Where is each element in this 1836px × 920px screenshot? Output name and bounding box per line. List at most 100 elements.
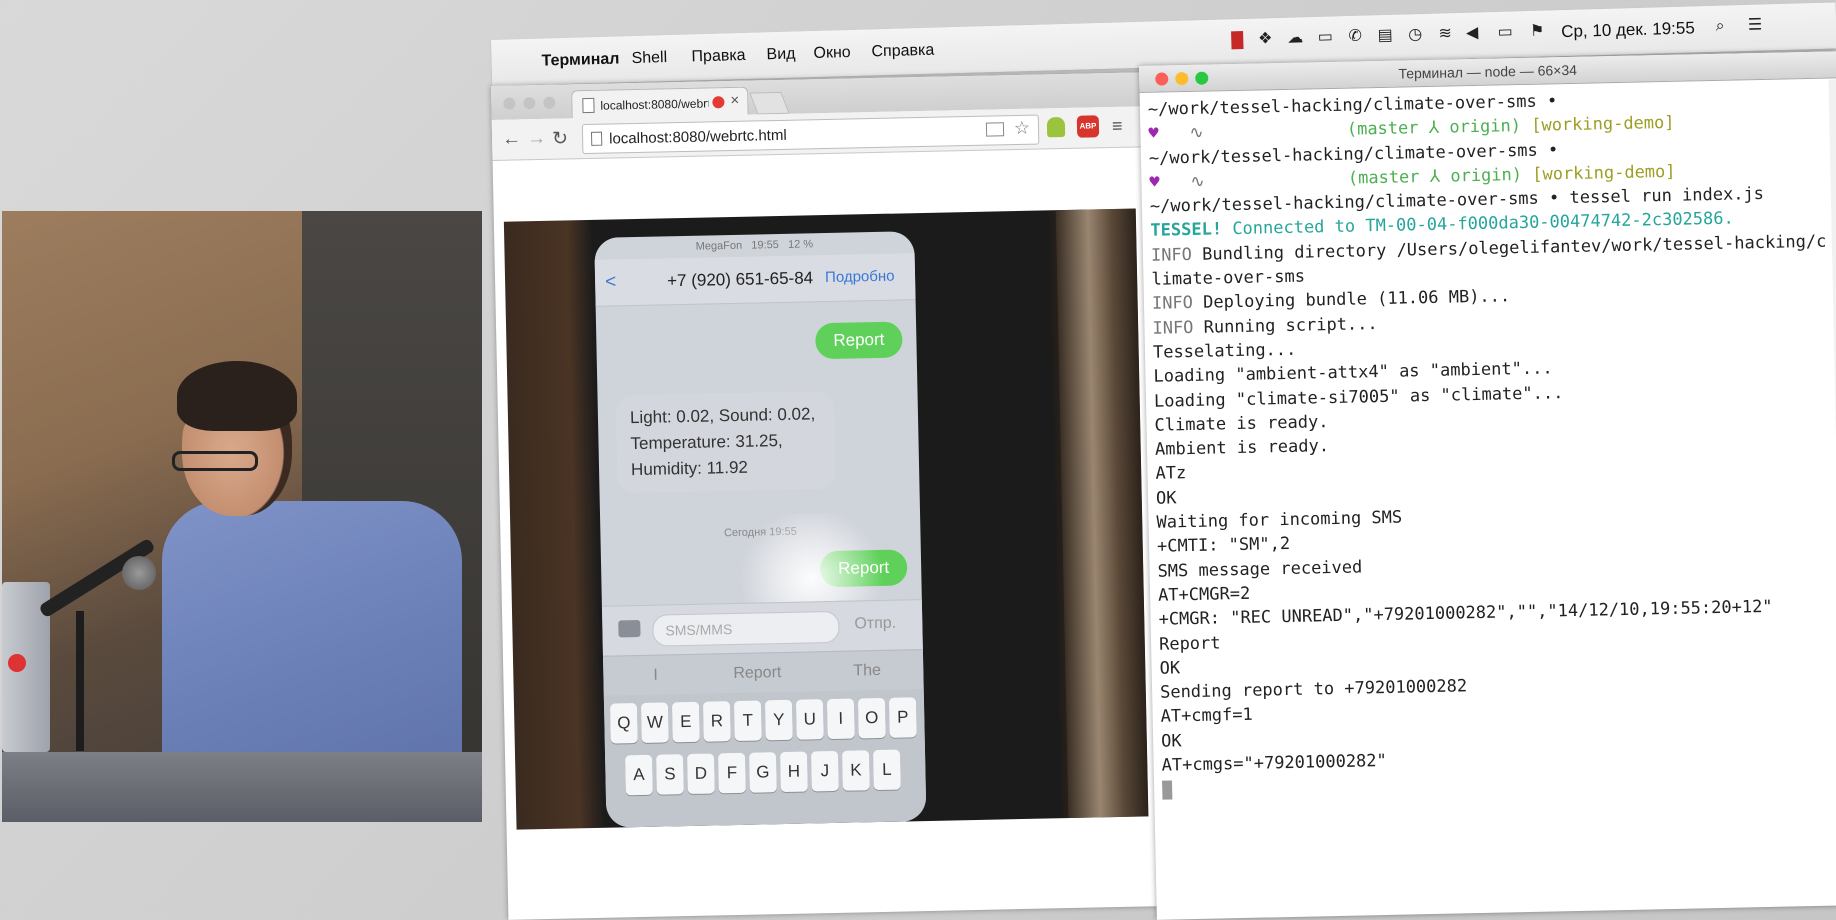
key[interactable]: Q — [609, 703, 638, 744]
time-machine-icon[interactable]: ◷ — [1406, 26, 1424, 44]
send-button[interactable]: Отпр. — [854, 615, 896, 634]
microphone-stand — [76, 611, 84, 751]
volume-icon[interactable]: ◀ — [1463, 24, 1481, 42]
key[interactable]: O — [857, 697, 886, 739]
dropbox-icon[interactable]: ❖ — [1256, 30, 1274, 48]
key[interactable]: E — [671, 701, 700, 743]
keyboard-row-2: A S D F G H J K L — [625, 749, 901, 798]
desk — [2, 752, 482, 822]
spotlight-search-icon[interactable]: ⌕ — [1711, 17, 1729, 35]
on-screen-keyboard: Q W E R T Y U I O P A S D F G H J K L — [603, 689, 927, 828]
menu-item-view[interactable]: Вид — [766, 46, 795, 65]
reload-icon[interactable]: ↻ — [552, 127, 568, 150]
key[interactable]: P — [888, 697, 917, 738]
page-icon — [590, 131, 603, 146]
key[interactable]: D — [687, 753, 715, 795]
tab-close-icon[interactable]: × — [730, 92, 739, 109]
browser-window: localhost:8080/webrtc.html × ← → ↻ ☆ ABP… — [491, 72, 1159, 920]
phone-icon[interactable]: ✆ — [1346, 28, 1364, 46]
key[interactable]: S — [656, 754, 684, 795]
terminal-window: Терминал — node — 66×34 ~/work/tessel-ha… — [1139, 51, 1836, 920]
webrtc-video: MegaFon 19:55 12 % < +7 (920) 651-65-84 … — [503, 208, 1149, 830]
airplay-icon[interactable]: ▭ — [1316, 28, 1334, 46]
menu-item-edit[interactable]: Правка — [691, 47, 746, 67]
menu-item-window[interactable]: Окно — [813, 44, 851, 63]
recording-icon[interactable] — [1231, 30, 1244, 50]
key[interactable]: H — [780, 751, 808, 793]
wifi-icon[interactable]: ≋ — [1436, 25, 1454, 43]
info-text: Deploying bundle (11.06 MB)... — [1202, 286, 1511, 314]
keyboard-row-1: Q W E R T Y U I O P — [609, 697, 917, 745]
details-link[interactable]: Подробно — [825, 268, 895, 286]
branch-info: (master ⅄ origin) — [1347, 164, 1523, 189]
window-zoom-button[interactable] — [543, 96, 556, 109]
message-input[interactable]: SMS/MMS — [652, 610, 840, 647]
info-label: INFO — [1150, 244, 1193, 266]
contact-number: +7 (920) 651-65-84 — [666, 268, 814, 291]
key[interactable]: K — [841, 750, 870, 791]
key[interactable]: A — [625, 754, 653, 796]
cloud-icon[interactable]: ☁ — [1286, 29, 1304, 47]
new-tab-button[interactable] — [749, 91, 790, 115]
menu-item-help[interactable]: Справка — [871, 42, 934, 62]
key[interactable]: L — [872, 749, 901, 791]
key[interactable]: G — [749, 752, 777, 793]
prediction-item[interactable]: I — [653, 667, 658, 685]
url-input[interactable] — [606, 121, 942, 149]
camera-icon[interactable] — [985, 122, 1005, 137]
key[interactable]: F — [718, 752, 746, 794]
branch-info: (master ⅄ origin) — [1346, 116, 1522, 140]
window-minimize-button[interactable] — [523, 97, 536, 110]
speaker-glasses — [172, 451, 258, 471]
info-label: INFO — [1151, 293, 1194, 315]
notification-center-icon[interactable]: ☰ — [1746, 16, 1764, 34]
recording-indicator-icon — [712, 96, 725, 109]
key[interactable]: W — [640, 702, 669, 743]
info-label: INFO — [1152, 317, 1194, 339]
command-text: tessel run index.js — [1569, 184, 1765, 209]
key[interactable]: R — [702, 701, 731, 742]
keyboard-icon[interactable]: ▤ — [1376, 27, 1394, 45]
forward-arrow-icon[interactable]: → — [527, 128, 546, 150]
tilde-icon: ∿ — [1158, 122, 1204, 144]
heart-icon: ♥ — [1149, 172, 1160, 193]
speaker-hair — [177, 361, 297, 431]
key[interactable]: U — [795, 699, 824, 740]
sent-message-bubble: Report — [815, 321, 903, 360]
window-close-button[interactable] — [503, 97, 516, 110]
page-icon — [582, 97, 595, 114]
prediction-item[interactable]: Report — [733, 664, 781, 683]
menu-clock[interactable]: Ср, 10 дек. 19:55 — [1561, 18, 1695, 42]
curtain-background — [1055, 208, 1149, 819]
back-chevron-icon[interactable]: < — [605, 271, 617, 293]
prediction-item[interactable]: The — [853, 662, 881, 681]
phone-time: 19:55 — [751, 239, 779, 252]
key[interactable]: J — [811, 750, 839, 792]
terminal-cursor — [1161, 780, 1173, 800]
info-text: Running script... — [1203, 313, 1378, 338]
tilde-icon: ∿ — [1159, 171, 1205, 193]
browser-menu-icon[interactable]: ≡ — [1112, 116, 1123, 137]
tessel-label: TESSEL! — [1150, 219, 1223, 242]
battery-label: 12 % — [787, 238, 814, 251]
laptop-sticker — [8, 654, 26, 672]
branch-tag: [working-demo] — [1532, 161, 1676, 185]
key[interactable]: I — [826, 698, 855, 740]
menu-item-shell[interactable]: Shell — [631, 49, 667, 68]
back-arrow-icon[interactable]: ← — [502, 128, 521, 150]
terminal-output[interactable]: ~/work/tessel-hacking/climate-over-sms •… — [1148, 84, 1836, 913]
bookmark-star-icon[interactable]: ☆ — [1014, 118, 1031, 139]
address-bar[interactable]: ☆ — [581, 114, 1040, 155]
android-extension-icon[interactable] — [1046, 116, 1066, 138]
adblock-plus-icon[interactable]: ABP — [1076, 115, 1100, 138]
branch-tag: [working-demo] — [1531, 113, 1675, 137]
speaker-camera-feed — [2, 211, 482, 822]
message-composer: SMS/MMS Отпр. — [601, 599, 923, 657]
camera-icon[interactable] — [618, 619, 641, 638]
message-placeholder: SMS/MMS — [665, 621, 733, 639]
menu-app-name[interactable]: Терминал — [541, 50, 619, 70]
key[interactable]: Y — [764, 699, 793, 741]
battery-icon[interactable]: ▭ — [1496, 23, 1514, 41]
flag-icon[interactable]: ⚑ — [1528, 23, 1546, 41]
key[interactable]: T — [733, 700, 762, 742]
